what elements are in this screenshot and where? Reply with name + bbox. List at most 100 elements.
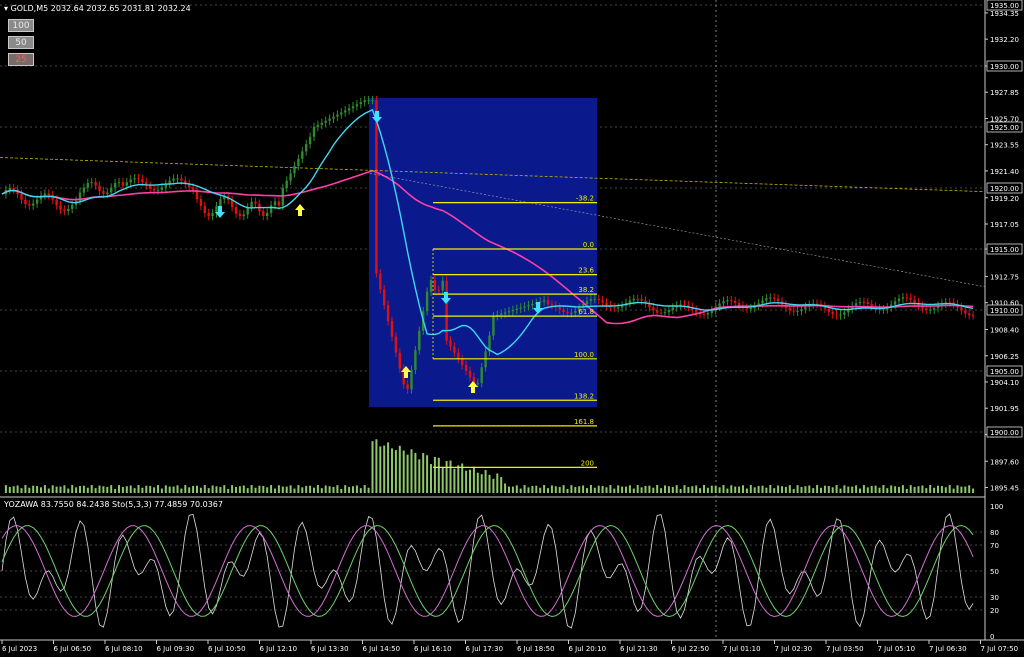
volume-bar [913,486,916,493]
volume-bar [375,439,378,493]
candle-body [351,106,355,109]
volume-bar [422,453,425,493]
volume-bar [414,452,417,493]
candle-body [293,166,296,174]
candle-body [43,193,47,196]
candle-body [445,280,448,341]
volume-bar [644,485,647,493]
volume-bar [886,488,889,493]
price-level-box: 1905.00 [986,365,1023,377]
candle-body [734,300,737,303]
symbol-name: GOLD,M5 [10,4,49,13]
volume-bar [628,485,631,493]
price-tick-label: 1919.20 [990,195,1019,203]
time-tick-label: 6 Jul 22:50 [672,645,710,653]
volume-bar [550,485,553,493]
level-box-label: 1900.00 [990,429,1019,437]
price-tick-label: 1904.10 [990,379,1019,387]
candle-body [663,312,667,314]
candle-body [379,273,382,290]
candle-body [695,309,698,313]
candle-body [718,303,721,307]
candle-body [511,310,515,312]
time-tick-label: 7 Jul 05:10 [878,645,916,653]
volume-bar [679,488,682,493]
candle-body [574,310,577,313]
time-tick-label: 7 Jul 07:50 [981,645,1019,653]
candle-body [800,309,803,312]
osc-tick-label: 20 [990,607,999,615]
volume-bar [667,486,670,493]
volume-bar [367,487,370,493]
candle-body [968,313,971,316]
candle-body [909,297,912,300]
volume-bar [160,488,163,493]
volume-bar [558,486,561,493]
volume-bar [632,488,635,493]
volume-bar [153,487,156,493]
candle-body [827,308,830,312]
candle-body [905,297,908,299]
candle-body [558,307,561,310]
volume-bar [508,486,510,493]
zoom-50-button[interactable]: 50 [8,36,34,49]
volume-bar [972,488,975,493]
price-chart[interactable]: -38.20.023.638.261.8100.0138.2161.8200 1… [0,0,1024,657]
candle-body [301,151,304,159]
level-box-label: 1935.00 [990,2,1019,10]
volume-bar [98,485,101,493]
price-tick-label: 1912.75 [990,273,1019,281]
candle-body [636,298,639,300]
candle-body [375,100,378,274]
volume-bar [613,488,616,493]
candle-body [461,358,464,365]
candle-body [308,136,312,145]
zoom-100-button[interactable]: 100 [8,19,34,32]
candle-body [593,298,596,300]
price-tick-label: 1917.05 [990,221,1019,229]
volume-bar [504,483,507,493]
volume-bar [410,449,413,493]
volume-bar [890,485,893,493]
candle-body [562,309,565,312]
volume-bar [660,488,663,493]
volume-bar [465,470,468,493]
volume-bar [36,485,39,493]
volume-bar [145,485,148,493]
volume-bar [227,488,230,493]
volume-bar [823,485,826,493]
volume-bar [582,485,585,493]
candle-body [234,207,238,214]
candle-body [289,173,292,181]
volume-bar [172,486,175,493]
candle-body [722,301,725,304]
candle-body [137,178,140,180]
volume-bar [59,486,62,493]
price-tick-label: 1908.40 [990,327,1019,335]
volume-bar [355,485,358,493]
fib-label: 38.2 [578,286,594,294]
candle-body [86,183,89,188]
volume-bar [94,488,97,493]
volume-bar [851,486,854,493]
candle-body [531,303,534,306]
candle-body [632,298,635,301]
volume-bar [309,485,312,493]
candle-body [457,352,460,359]
volume-bar [293,488,296,493]
candle-body [659,312,663,314]
candle-body [749,308,752,310]
dropdown-triangle-icon[interactable]: ▾ [4,4,8,13]
candle-body [570,312,573,314]
volume-bar [718,487,721,493]
volume-bar [28,487,31,493]
volume-bar [313,487,315,493]
chart-window[interactable]: -38.2 0.0 23.6 38.2 61.8 100.0 138.2 161.8 200 1… [0,0,1024,657]
volume-bar [901,485,904,493]
volume-bar [757,485,760,493]
candle-body [152,188,156,191]
candle-body [316,124,320,127]
candle-body [63,209,66,212]
volume-bar [601,485,604,493]
zoom-25-button[interactable]: 25 [8,53,34,66]
